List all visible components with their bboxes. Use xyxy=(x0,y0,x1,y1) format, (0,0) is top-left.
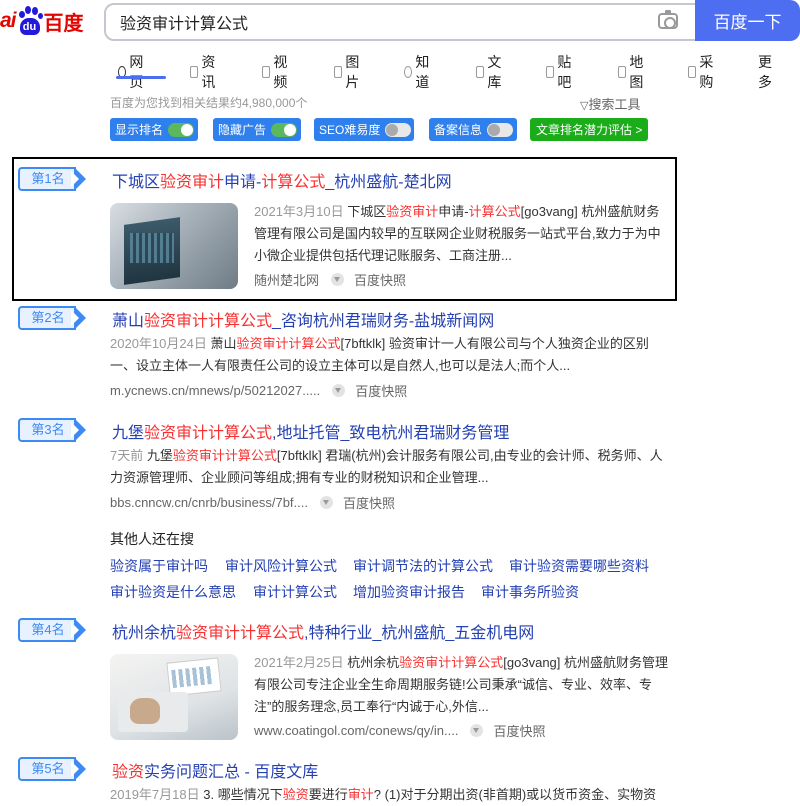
video-icon xyxy=(262,66,271,78)
result-source: 随州楚北网 百度快照 xyxy=(254,270,406,289)
result-title[interactable]: 九堡验资审计计算公式,地址托管_致电杭州君瑞财务管理 xyxy=(112,419,509,443)
snapshot-link[interactable]: 百度快照 xyxy=(343,493,395,512)
dropdown-icon[interactable] xyxy=(470,724,484,737)
tab-wenku[interactable]: 文库 xyxy=(476,52,505,92)
logo-text-left: ai xyxy=(0,9,16,32)
dropdown-icon[interactable] xyxy=(331,273,345,286)
rank-badge: 第1名 xyxy=(18,167,95,191)
tieba-icon xyxy=(546,66,555,78)
paw-icon: du xyxy=(17,6,43,36)
tab-more[interactable]: 更多 xyxy=(758,52,772,92)
result-thumbnail[interactable] xyxy=(110,203,238,289)
result-description: 2019年7月18日 3. 哪些情况下验资要进行审计? (1)对于分期出资(非首… xyxy=(110,787,657,802)
pill-hide-ads[interactable]: 隐藏广告 xyxy=(213,118,301,141)
result-thumbnail[interactable] xyxy=(110,654,238,740)
related-link[interactable]: 增加验资审计报告 xyxy=(353,582,465,602)
toggle-switch[interactable] xyxy=(385,123,411,137)
rank-badge: 第4名 xyxy=(18,618,95,642)
related-link[interactable]: 审计风险计算公式 xyxy=(225,556,337,576)
pill-show-rank[interactable]: 显示排名 xyxy=(110,118,198,141)
pill-icp-info[interactable]: 备案信息 xyxy=(429,118,517,141)
result-title[interactable]: 萧山验资审计计算公式_咨询杭州君瑞财务-盐城新闻网 xyxy=(112,307,494,331)
snapshot-link[interactable]: 百度快照 xyxy=(493,721,545,740)
result-description: 2020年10月24日 萧山验资审计计算公式[7bftklk] 验资审计一人有限… xyxy=(110,336,649,373)
pill-seo-difficulty[interactable]: SEO难易度 xyxy=(314,118,414,141)
tab-zhidao[interactable]: 知道 xyxy=(404,52,433,92)
related-link[interactable]: 审计调节法的计算公式 xyxy=(353,556,493,576)
rank-badge: 第5名 xyxy=(18,757,95,781)
baidu-logo[interactable]: ai du 百度 xyxy=(0,3,84,39)
tab-video[interactable]: 视频 xyxy=(262,52,291,92)
search-tools[interactable]: ▽搜索工具 xyxy=(580,94,640,113)
related-link[interactable]: 审计验资需要哪些资料 xyxy=(509,556,649,576)
search-input[interactable] xyxy=(106,5,626,39)
tab-map[interactable]: 地图 xyxy=(618,52,647,92)
dropdown-icon[interactable] xyxy=(320,496,333,509)
logo-text-right: 百度 xyxy=(43,12,84,35)
search-box xyxy=(104,3,696,41)
tab-purchase[interactable]: 采购 xyxy=(688,52,717,92)
camera-icon[interactable] xyxy=(658,10,678,29)
related-searches-title: 其他人还在搜 xyxy=(110,531,194,547)
result-title[interactable]: 验资实务问题汇总 - 百度文库 xyxy=(112,758,318,782)
toggle-switch[interactable] xyxy=(271,123,297,137)
tab-news[interactable]: 资讯 xyxy=(190,52,219,92)
document-icon xyxy=(476,66,485,78)
related-link[interactable]: 验资属于审计吗 xyxy=(110,556,208,576)
dropdown-icon[interactable] xyxy=(332,384,346,397)
result-count: 百度为您找到相关结果约4,980,000个 xyxy=(110,96,308,110)
tab-tieba[interactable]: 贴吧 xyxy=(546,52,575,92)
result-description: 7天前 九堡验资审计计算公式[7bftklk] 君瑞(杭州)会计服务有限公司,由… xyxy=(110,448,663,485)
map-icon xyxy=(618,66,627,78)
result-title[interactable]: 杭州余杭验资审计计算公式,特种行业_杭州盛航_五金机电网 xyxy=(112,619,534,643)
question-icon xyxy=(404,66,413,78)
related-link[interactable]: 审计验资是什么意思 xyxy=(110,582,236,602)
image-icon xyxy=(334,66,343,78)
search-button[interactable]: 百度一下 xyxy=(695,0,800,41)
snapshot-link[interactable]: 百度快照 xyxy=(355,381,407,400)
result-description: 2021年2月25日 杭州余杭验资审计计算公式[go3vang] 杭州盛航财务管… xyxy=(254,655,668,714)
rank-badge: 第2名 xyxy=(18,306,95,330)
purchase-icon xyxy=(688,66,697,78)
result-description: 2021年3月10日 下城区验资审计申请-计算公式[go3vang] 杭州盛航财… xyxy=(254,204,661,263)
result-source: bbs.cnncw.cn/cnrb/business/7bf.... 百度快照 xyxy=(110,493,396,512)
result-source: m.ycnews.cn/mnews/p/50212027..... 百度快照 xyxy=(110,381,408,400)
rank-badge: 第3名 xyxy=(18,418,95,442)
news-icon xyxy=(190,66,199,78)
related-link[interactable]: 审计计算公式 xyxy=(253,582,337,602)
result-source: www.coatingol.com/conews/qy/in.... 百度快照 xyxy=(254,721,546,740)
related-link[interactable]: 审计事务所验资 xyxy=(481,582,579,602)
toggle-switch[interactable] xyxy=(487,123,513,137)
pill-rank-potential[interactable]: 文章排名潜力评估 > xyxy=(530,118,648,141)
tab-images[interactable]: 图片 xyxy=(334,52,363,92)
active-tab-indicator xyxy=(116,76,166,79)
tab-web[interactable]: 网页 xyxy=(116,52,166,92)
toggle-switch[interactable] xyxy=(168,123,194,137)
result-title[interactable]: 下城区验资审计申请-计算公式_杭州盛航-楚北网 xyxy=(112,168,452,192)
snapshot-link[interactable]: 百度快照 xyxy=(354,270,406,289)
